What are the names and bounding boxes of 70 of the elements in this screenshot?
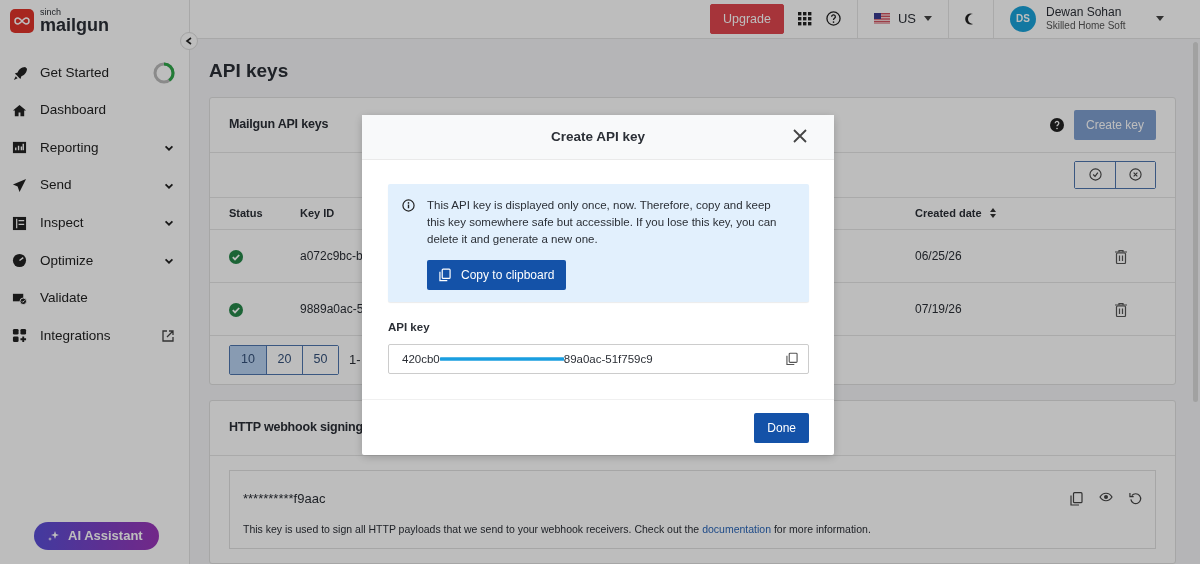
region-selector[interactable]: US [873, 9, 932, 29]
sidebar-item[interactable]: Validate [0, 279, 189, 318]
chart-icon [12, 140, 27, 156]
copy-icon[interactable] [786, 352, 798, 367]
trash-icon[interactable] [1115, 249, 1127, 264]
done-button[interactable]: Done [754, 412, 809, 443]
ai-assistant-button[interactable]: AI Assistant [34, 522, 159, 550]
column-header: Status [229, 207, 263, 219]
copy-icon [439, 268, 451, 282]
column-header: Key ID [300, 207, 335, 219]
pagination-range: 1- [349, 351, 361, 369]
help-icon[interactable] [825, 11, 841, 27]
upgrade-button[interactable]: Upgrade [710, 3, 784, 34]
progress-ring [153, 61, 175, 84]
gauge-icon [12, 253, 27, 269]
user-avatar: DS [1010, 5, 1036, 32]
apps-grid-icon[interactable] [797, 11, 812, 26]
sidebar-item[interactable]: Send [0, 166, 189, 205]
sidebar-item[interactable]: Inspect [0, 204, 189, 242]
flag-icon [873, 13, 890, 25]
table-cell: 07/19/26 [915, 301, 962, 316]
collapse-button[interactable] [180, 32, 198, 50]
copy-to-clipboard-button[interactable]: Copy to clipboard [427, 260, 567, 290]
sort-icon[interactable] [989, 208, 996, 219]
sidebar-item[interactable]: Dashboard [0, 91, 189, 130]
sidebar-item[interactable]: Integrations [0, 317, 189, 355]
x-circle-icon [1129, 168, 1142, 182]
infinity-icon [14, 16, 30, 26]
sparkle-icon [48, 530, 60, 542]
table-cell: a072c9bc-b [300, 248, 363, 263]
sidebar-item[interactable]: Optimize [0, 241, 189, 280]
sidebar-item[interactable]: Reporting [0, 129, 189, 167]
trash-icon[interactable] [1115, 302, 1127, 317]
apps-icon [12, 328, 27, 344]
sidebar-item[interactable]: Get Started [0, 54, 189, 92]
notice-text: This API key is displayed only once, now. Therefore, copy and keep this key somewhere safe but accessible. If you lose this key, you can delete it and generate a new one. [427, 198, 778, 247]
page-size-button[interactable]: 50 [302, 345, 338, 374]
deactivate-button[interactable] [1115, 161, 1155, 188]
eye-icon[interactable] [1099, 491, 1113, 502]
chevron-left-icon [185, 37, 193, 45]
description-text: This key is used to sign all HTTP payloads that we send to your webhook receivers. Check out the documentation for more information. [243, 522, 872, 538]
masked-key: **********f9aac [243, 488, 1070, 509]
caret-down-icon[interactable] [1156, 16, 1164, 22]
external-link-icon [161, 328, 175, 343]
home-icon [12, 102, 27, 118]
dialog-title: Create API key [550, 127, 646, 146]
check-circle-icon [1088, 168, 1102, 182]
info-icon [402, 199, 415, 212]
brand-name: mailgun [40, 16, 109, 34]
paper-plane-icon [12, 178, 27, 194]
page-title: API keys [209, 58, 290, 82]
documentation-link[interactable]: documentation [702, 523, 771, 536]
field-label: API key [388, 320, 431, 335]
column-header[interactable]: Created date [915, 205, 982, 222]
help-icon[interactable] [1049, 117, 1064, 132]
user-name: Dewan Sohan [1046, 4, 1123, 19]
table-cell: 06/25/26 [915, 248, 962, 263]
table-cell: 9889a0ac-5 [300, 301, 364, 316]
card-title: HTTP webhook signing [229, 419, 363, 437]
api-key-field[interactable]: 420cb0 89a0ac-51f759c9 [388, 344, 809, 375]
page-size-button[interactable]: 10 [230, 345, 266, 374]
copy-icon[interactable] [1070, 491, 1083, 506]
rocket-icon [12, 65, 27, 81]
caret-down-icon [924, 16, 932, 22]
organization-name: Skilled Home Soft [1046, 18, 1127, 33]
refresh-icon[interactable] [1129, 491, 1142, 505]
card-title: Mailgun API keys [229, 116, 330, 134]
layout-icon [12, 215, 27, 231]
close-icon [792, 128, 808, 144]
brand-tagline: sinch [40, 8, 62, 16]
